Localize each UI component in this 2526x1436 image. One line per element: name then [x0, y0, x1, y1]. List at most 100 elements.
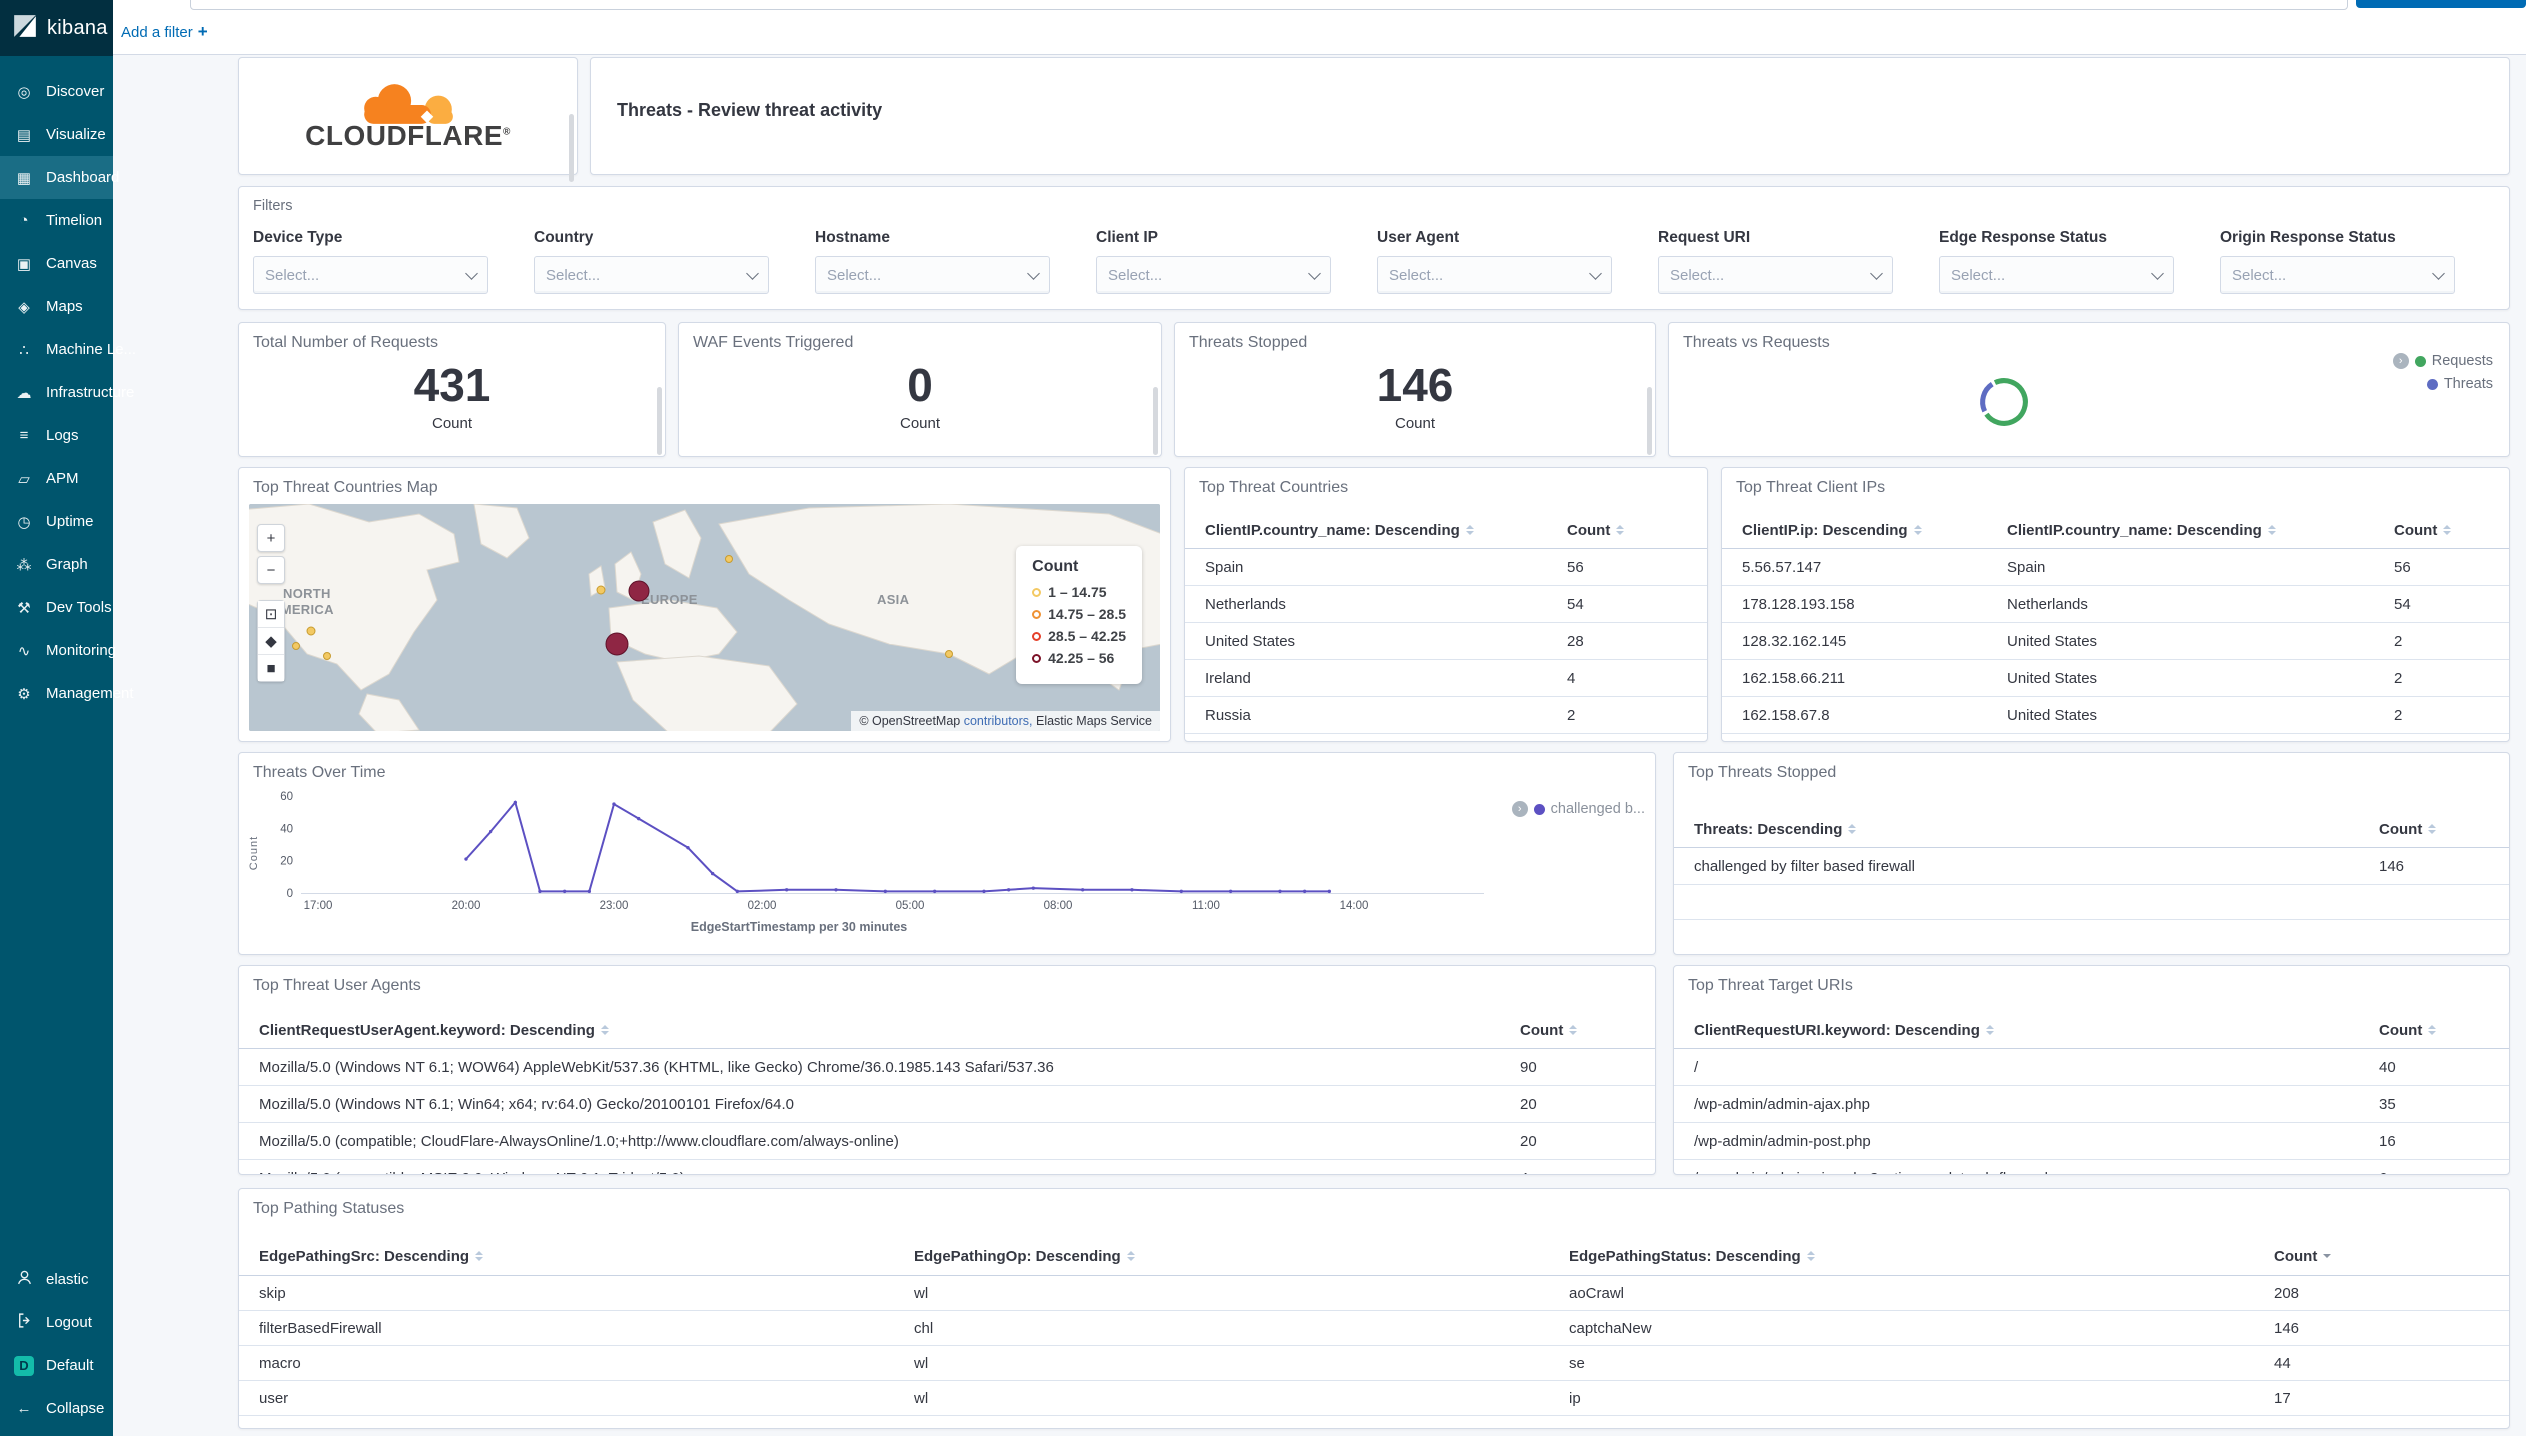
legend-label[interactable]: Threats: [2444, 376, 2493, 392]
x-axis-title: EdgeStartTimestamp per 30 minutes: [691, 920, 908, 934]
dashboard-title-panel: Threats - Review threat activity: [590, 57, 2510, 175]
sidebar-item-dashboard[interactable]: ▦ Dashboard: [0, 156, 119, 199]
threats-vs-requests-donut[interactable]: [1977, 375, 2031, 429]
request-uri-select[interactable]: Select...: [1658, 256, 1893, 294]
sort-icon: [1569, 1025, 1578, 1035]
column-header[interactable]: ClientIP.country_name: Descending: [2007, 522, 2394, 539]
bubble-us[interactable]: [323, 652, 331, 660]
query-input[interactable]: [190, 0, 2348, 10]
legend-collapse-icon[interactable]: ›: [1511, 801, 1528, 817]
sidebar-item-graph[interactable]: ⁂ Graph: [0, 543, 113, 586]
table-row-empty: [1674, 885, 2509, 920]
zoom-out-button[interactable]: −: [257, 556, 285, 584]
table-row: 5.56.57.147 Spain 56: [1722, 549, 2509, 586]
legend-ring-orange: [1032, 609, 1042, 619]
column-header[interactable]: EdgePathingStatus: Descending: [1569, 1248, 2274, 1265]
dashboard-grid-icon: ▦: [16, 169, 32, 187]
legend-range-label: 28.5 – 42.25: [1048, 628, 1126, 644]
update-button[interactable]: [2356, 0, 2526, 8]
origin-response-status-select[interactable]: Select...: [2220, 256, 2455, 294]
chevron-down-icon: [746, 266, 759, 280]
column-header[interactable]: ClientRequestURI.keyword: Descending: [1694, 1022, 2379, 1039]
legend-label[interactable]: Requests: [2432, 353, 2493, 369]
sidebar-item-management[interactable]: ⚙ Management: [0, 672, 133, 715]
sidebar-item-canvas[interactable]: ▣ Canvas: [0, 242, 113, 285]
column-header[interactable]: Count: [1520, 1022, 1635, 1039]
sidebar-item-monitoring[interactable]: ∿ Monitoring: [0, 629, 116, 672]
column-header[interactable]: ClientRequestUserAgent.keyword: Descendi…: [259, 1022, 1520, 1039]
sidebar-item-label: Canvas: [46, 255, 97, 272]
column-header[interactable]: Count: [2379, 1022, 2489, 1039]
sidebar-item-infrastructure[interactable]: ☁ Infrastructure: [0, 371, 135, 414]
bubble-spain[interactable]: [605, 632, 629, 656]
threats-over-time-chart[interactable]: Count EdgeStartTimestamp per 30 minutes …: [239, 783, 1657, 953]
sidebar-item-label: Management: [46, 685, 134, 702]
column-header[interactable]: EdgePathingOp: Descending: [914, 1248, 1569, 1265]
hostname-select[interactable]: Select...: [815, 256, 1050, 294]
user-agent-select[interactable]: Select...: [1377, 256, 1612, 294]
chevron-down-icon: [1027, 266, 1040, 280]
column-header[interactable]: ClientIP.ip: Descending: [1742, 522, 2007, 539]
panel-scrollbar[interactable]: [1647, 386, 1652, 455]
sidebar-item-elastic-user[interactable]: elastic: [0, 1258, 113, 1301]
svg-text:08:00: 08:00: [1044, 900, 1073, 912]
sidebar-item-uptime[interactable]: ◷ Uptime: [0, 500, 113, 543]
country-select[interactable]: Select...: [534, 256, 769, 294]
panel-title: Total Number of Requests: [253, 334, 438, 351]
sidebar-item-discover[interactable]: ◎ Discover: [0, 70, 113, 113]
column-header[interactable]: Count: [1567, 522, 1687, 539]
bubble-us[interactable]: [306, 626, 316, 636]
sidebar-item-dev-tools[interactable]: ⚒ Dev Tools: [0, 586, 113, 629]
zoom-in-button[interactable]: +: [257, 524, 285, 552]
bubble-ireland[interactable]: [596, 585, 606, 595]
sidebar-item-default-space[interactable]: D Default: [0, 1344, 113, 1387]
svg-text:20: 20: [280, 856, 293, 868]
sidebar-item-machine-learning[interactable]: ∴ Machine Le...: [0, 328, 136, 371]
threats-vs-requests-panel: Threats vs Requests › Requests Threats: [1668, 322, 2510, 457]
sidebar-item-visualize[interactable]: ▤ Visualize: [0, 113, 113, 156]
sidebar-item-collapse[interactable]: ← Collapse: [0, 1387, 113, 1430]
column-header[interactable]: ClientIP.country_name: Descending: [1205, 522, 1567, 539]
edge-response-status-select[interactable]: Select...: [1939, 256, 2174, 294]
sidebar-item-label: Discover: [46, 83, 105, 100]
bubble-us[interactable]: [292, 642, 300, 650]
add-filter-button[interactable]: Add a filter +: [121, 22, 208, 42]
legend-ring-yellow: [1032, 587, 1042, 597]
bubble-netherlands[interactable]: [628, 580, 650, 602]
sidebar-item-timelion[interactable]: ◔ Timelion: [0, 199, 113, 242]
osm-contributors-link[interactable]: contributors,: [960, 714, 1033, 728]
world-map[interactable]: NORTH AMERICA EUROPE ASIA + − ⊡ ◆ ■ Coun…: [249, 504, 1160, 731]
kibana-logo-band[interactable]: kibana: [0, 0, 113, 56]
crop-tool-icon[interactable]: ⊡: [258, 601, 284, 628]
panel-scrollbar[interactable]: [569, 113, 574, 182]
sort-icon: [600, 1025, 609, 1035]
sidebar-item-apm[interactable]: ▱ APM: [0, 457, 113, 500]
device-type-select[interactable]: Select...: [253, 256, 488, 294]
legend-ring-maroon: [1032, 653, 1042, 663]
column-header[interactable]: Threats: Descending: [1694, 821, 2379, 838]
bubble-russia[interactable]: [725, 555, 733, 563]
sidebar-item-logs[interactable]: ≡ Logs: [0, 414, 113, 457]
uptime-clock-icon: ◷: [17, 513, 31, 531]
column-header[interactable]: Count: [2274, 1248, 2489, 1265]
column-header[interactable]: Count: [2394, 522, 2489, 539]
bubble-china[interactable]: [945, 650, 953, 658]
sidebar-item-maps[interactable]: ◈ Maps: [0, 285, 113, 328]
legend-collapse-icon[interactable]: ›: [2392, 353, 2409, 369]
column-header[interactable]: Count: [2379, 821, 2489, 838]
timelion-clock-icon: ◔: [19, 212, 29, 229]
client-ip-select[interactable]: Select...: [1096, 256, 1331, 294]
pathing-table: EdgePathingSrc: Descending EdgePathingOp…: [239, 1237, 2509, 1416]
requests-legend-dot: [2414, 355, 2426, 367]
rectangle-tool-icon[interactable]: ■: [258, 655, 284, 681]
space-badge: D: [13, 1355, 35, 1376]
sidebar-nav: ◎ Discover ▤ Visualize ▦ Dashboard ◔ Timelio…: [0, 56, 136, 715]
sidebar-item-logout[interactable]: Logout: [0, 1301, 113, 1344]
legend-label[interactable]: challenged b...: [1551, 801, 1645, 817]
panel-scrollbar[interactable]: [657, 386, 662, 455]
threats-stopped-table: Threats: Descending Count challenged by …: [1674, 811, 2509, 954]
polygon-tool-icon[interactable]: ◆: [258, 628, 284, 655]
table-row-empty: [1674, 920, 2509, 954]
column-header[interactable]: EdgePathingSrc: Descending: [259, 1248, 914, 1265]
panel-scrollbar[interactable]: [1153, 386, 1158, 455]
